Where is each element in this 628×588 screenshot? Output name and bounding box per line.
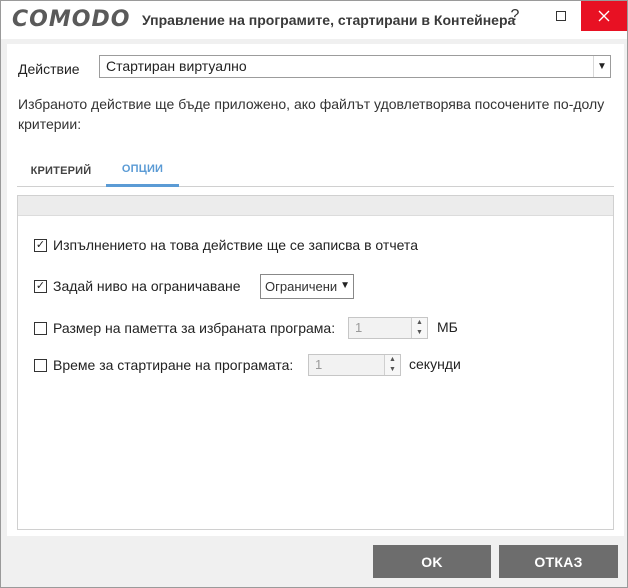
action-select[interactable]: Стартиран виртуално ▼ [99, 55, 611, 78]
stepper-arrows-icon[interactable]: ▲ ▼ [411, 318, 427, 338]
time-checkbox[interactable] [34, 358, 47, 372]
time-option: Време за стартиране на програмата: [34, 354, 293, 376]
title-bar: COMODO Управление на програмите, стартир… [1, 1, 627, 39]
help-button[interactable]: ? [492, 1, 538, 31]
close-icon [598, 10, 610, 22]
ok-button[interactable]: OK [373, 545, 491, 578]
time-stepper[interactable]: 1 ▲ ▼ [308, 354, 401, 376]
dialog-window: COMODO Управление на програмите, стартир… [0, 0, 628, 588]
tab-bar: КРИТЕРИЙ ОПЦИИ [17, 154, 614, 187]
action-select-value: Стартиран виртуално [106, 58, 247, 74]
restriction-level-value: Ограничени [265, 279, 338, 294]
help-icon: ? [510, 7, 520, 24]
log-option: ✓ Изпълнението на това действие ще се за… [34, 234, 418, 256]
content-panel: Действие Стартиран виртуално ▼ Избраното… [7, 44, 624, 536]
maximize-button[interactable] [538, 1, 584, 31]
restriction-level-select[interactable]: Ограничени ▼ [260, 274, 354, 299]
memory-option: Размер на паметта за избраната програма: [34, 317, 335, 339]
stepper-arrows-icon[interactable]: ▲ ▼ [384, 355, 400, 375]
log-label: Изпълнението на това действие ще се запи… [53, 237, 418, 253]
comodo-logo: COMODO [12, 7, 131, 32]
memory-label: Размер на паметта за избраната програма: [53, 320, 336, 336]
memory-size-stepper[interactable]: 1 ▲ ▼ [348, 317, 428, 339]
tab-options[interactable]: ОПЦИИ [106, 154, 179, 187]
log-checkbox[interactable]: ✓ [34, 238, 47, 252]
description-text: Избраното действие ще бъде приложено, ак… [18, 96, 605, 132]
tab-criteria[interactable]: КРИТЕРИЙ [17, 154, 105, 187]
window-title: Управление на програмите, стартирани в К… [142, 12, 516, 28]
restriction-option: ✓ Задай ниво на ограничаване [34, 275, 241, 297]
cancel-button[interactable]: ОТКАЗ [499, 545, 618, 578]
dropdown-arrow-icon: ▼ [340, 280, 350, 291]
time-unit: секунди [409, 356, 461, 372]
close-button[interactable] [581, 1, 627, 31]
time-label: Време за стартиране на програмата: [53, 357, 294, 373]
memory-size-value: 1 [355, 320, 363, 335]
time-value: 1 [315, 357, 323, 372]
restriction-checkbox[interactable]: ✓ [34, 279, 47, 293]
memory-unit: МБ [437, 319, 458, 335]
restriction-label: Задай ниво на ограничаване [53, 278, 241, 294]
maximize-icon [556, 11, 566, 21]
panel-header [18, 196, 613, 216]
memory-checkbox[interactable] [34, 321, 47, 335]
options-panel: ✓ Изпълнението на това действие ще се за… [17, 195, 614, 530]
dropdown-arrow-icon: ▼ [593, 56, 610, 77]
action-label: Действие [18, 61, 80, 77]
